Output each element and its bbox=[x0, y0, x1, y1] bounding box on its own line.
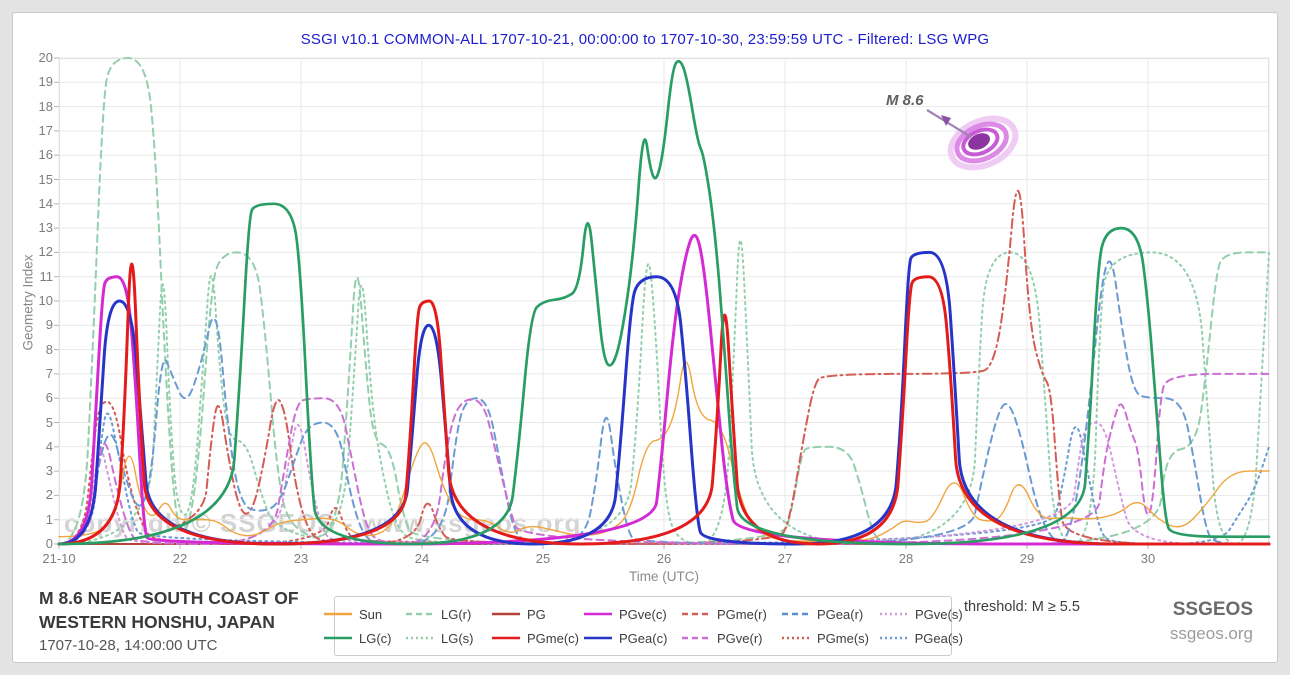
x-axis-label: Time (UTC) bbox=[59, 569, 1269, 584]
y-tick-6: 6 bbox=[23, 390, 53, 405]
y-tick-0: 0 bbox=[23, 536, 53, 551]
legend-swatch-PGea(s) bbox=[879, 633, 909, 643]
legend-swatch-PGve(r) bbox=[681, 633, 711, 643]
legend-label: PGme(r) bbox=[717, 607, 767, 622]
legend-label: LG(s) bbox=[441, 631, 474, 646]
threshold-note: threshold: M ≥ 5.5 bbox=[964, 599, 1080, 615]
legend-label: PGve(r) bbox=[717, 631, 763, 646]
legend-item-PGve(c): PGve(c) bbox=[583, 602, 677, 626]
legend-label: PGme(s) bbox=[817, 631, 869, 646]
legend-swatch-PGea(c) bbox=[583, 633, 613, 643]
y-tick-5: 5 bbox=[23, 415, 53, 430]
y-tick-4: 4 bbox=[23, 439, 53, 454]
y-tick-10: 10 bbox=[23, 293, 53, 308]
x-tick-26: 26 bbox=[634, 551, 694, 566]
legend-label: PGea(r) bbox=[817, 607, 863, 622]
screenshot-stage: SSGI v10.1 COMMON-ALL 1707-10-21, 00:00:… bbox=[0, 0, 1290, 675]
legend-swatch-PGve(c) bbox=[583, 609, 613, 619]
legend-swatch-PG bbox=[491, 609, 521, 619]
y-tick-14: 14 bbox=[23, 196, 53, 211]
y-tick-12: 12 bbox=[23, 244, 53, 259]
y-tick-19: 19 bbox=[23, 74, 53, 89]
y-tick-16: 16 bbox=[23, 147, 53, 162]
y-tick-18: 18 bbox=[23, 99, 53, 114]
legend-label: PGea(s) bbox=[915, 631, 963, 646]
event-datetime: 1707-10-28, 14:00:00 UTC bbox=[39, 637, 217, 654]
x-tick-29: 29 bbox=[997, 551, 1057, 566]
y-tick-2: 2 bbox=[23, 487, 53, 502]
legend-item-LG(r): LG(r) bbox=[405, 602, 487, 626]
x-tick-25: 25 bbox=[513, 551, 573, 566]
legend-item-LG(s): LG(s) bbox=[405, 626, 487, 650]
legend-item-PGme(r): PGme(r) bbox=[681, 602, 777, 626]
legend-swatch-PGme(r) bbox=[681, 609, 711, 619]
y-tick-15: 15 bbox=[23, 172, 53, 187]
legend-label: PGme(c) bbox=[527, 631, 579, 646]
x-tick-27: 27 bbox=[755, 551, 815, 566]
y-tick-8: 8 bbox=[23, 342, 53, 357]
brand-block: SSGEOS ssgeos.org bbox=[1108, 599, 1253, 644]
x-tick-21-10: 21-10 bbox=[29, 551, 89, 566]
earthquake-annotation-label: M 8.6 bbox=[886, 92, 924, 109]
y-tick-17: 17 bbox=[23, 123, 53, 138]
legend-swatch-PGme(s) bbox=[781, 633, 811, 643]
y-tick-13: 13 bbox=[23, 220, 53, 235]
brand-name: SSGEOS bbox=[1108, 599, 1253, 621]
legend-swatch-Sun bbox=[323, 609, 353, 619]
legend-item-LG(c): LG(c) bbox=[323, 626, 401, 650]
legend-label: PGea(c) bbox=[619, 631, 667, 646]
x-tick-23: 23 bbox=[271, 551, 331, 566]
legend-item-PGea(c): PGea(c) bbox=[583, 626, 677, 650]
x-tick-24: 24 bbox=[392, 551, 452, 566]
legend-item-PGea(r): PGea(r) bbox=[781, 602, 875, 626]
legend-label: LG(c) bbox=[359, 631, 392, 646]
event-title: M 8.6 NEAR SOUTH COAST OF WESTERN HONSHU… bbox=[39, 586, 299, 634]
y-tick-1: 1 bbox=[23, 512, 53, 527]
legend-label: Sun bbox=[359, 607, 382, 622]
y-tick-9: 9 bbox=[23, 317, 53, 332]
chart-card: SSGI v10.1 COMMON-ALL 1707-10-21, 00:00:… bbox=[12, 12, 1278, 663]
event-title-line2: WESTERN HONSHU, JAPAN bbox=[39, 610, 299, 634]
brand-url: ssgeos.org bbox=[1108, 624, 1253, 644]
ssgi-line-chart bbox=[59, 58, 1269, 544]
chart-title: SSGI v10.1 COMMON-ALL 1707-10-21, 00:00:… bbox=[13, 31, 1277, 48]
legend-item-PGea(s): PGea(s) bbox=[879, 626, 963, 650]
y-tick-20: 20 bbox=[23, 50, 53, 65]
legend-item-PGve(s): PGve(s) bbox=[879, 602, 963, 626]
legend-swatch-PGme(c) bbox=[491, 633, 521, 643]
legend-label: PGve(s) bbox=[915, 607, 963, 622]
legend-item-PGme(s): PGme(s) bbox=[781, 626, 875, 650]
x-tick-28: 28 bbox=[876, 551, 936, 566]
chart-legend: SunLG(r)PGPGve(c)PGme(r)PGea(r)PGve(s)LG… bbox=[334, 596, 952, 656]
x-tick-30: 30 bbox=[1118, 551, 1178, 566]
legend-item-Sun: Sun bbox=[323, 602, 401, 626]
legend-swatch-LG(s) bbox=[405, 633, 435, 643]
legend-swatch-PGve(s) bbox=[879, 609, 909, 619]
event-title-line1: M 8.6 NEAR SOUTH COAST OF bbox=[39, 586, 299, 610]
legend-item-PGme(c): PGme(c) bbox=[491, 626, 579, 650]
seismic-spiral-icon bbox=[921, 101, 1031, 186]
y-tick-11: 11 bbox=[23, 269, 53, 284]
legend-swatch-PGea(r) bbox=[781, 609, 811, 619]
x-tick-22: 22 bbox=[150, 551, 210, 566]
legend-label: LG(r) bbox=[441, 607, 471, 622]
legend-item-PGve(r): PGve(r) bbox=[681, 626, 777, 650]
legend-item-PG: PG bbox=[491, 602, 579, 626]
legend-swatch-LG(r) bbox=[405, 609, 435, 619]
legend-label: PGve(c) bbox=[619, 607, 667, 622]
y-tick-3: 3 bbox=[23, 463, 53, 478]
y-tick-7: 7 bbox=[23, 366, 53, 381]
legend-swatch-LG(c) bbox=[323, 633, 353, 643]
legend-label: PG bbox=[527, 607, 546, 622]
